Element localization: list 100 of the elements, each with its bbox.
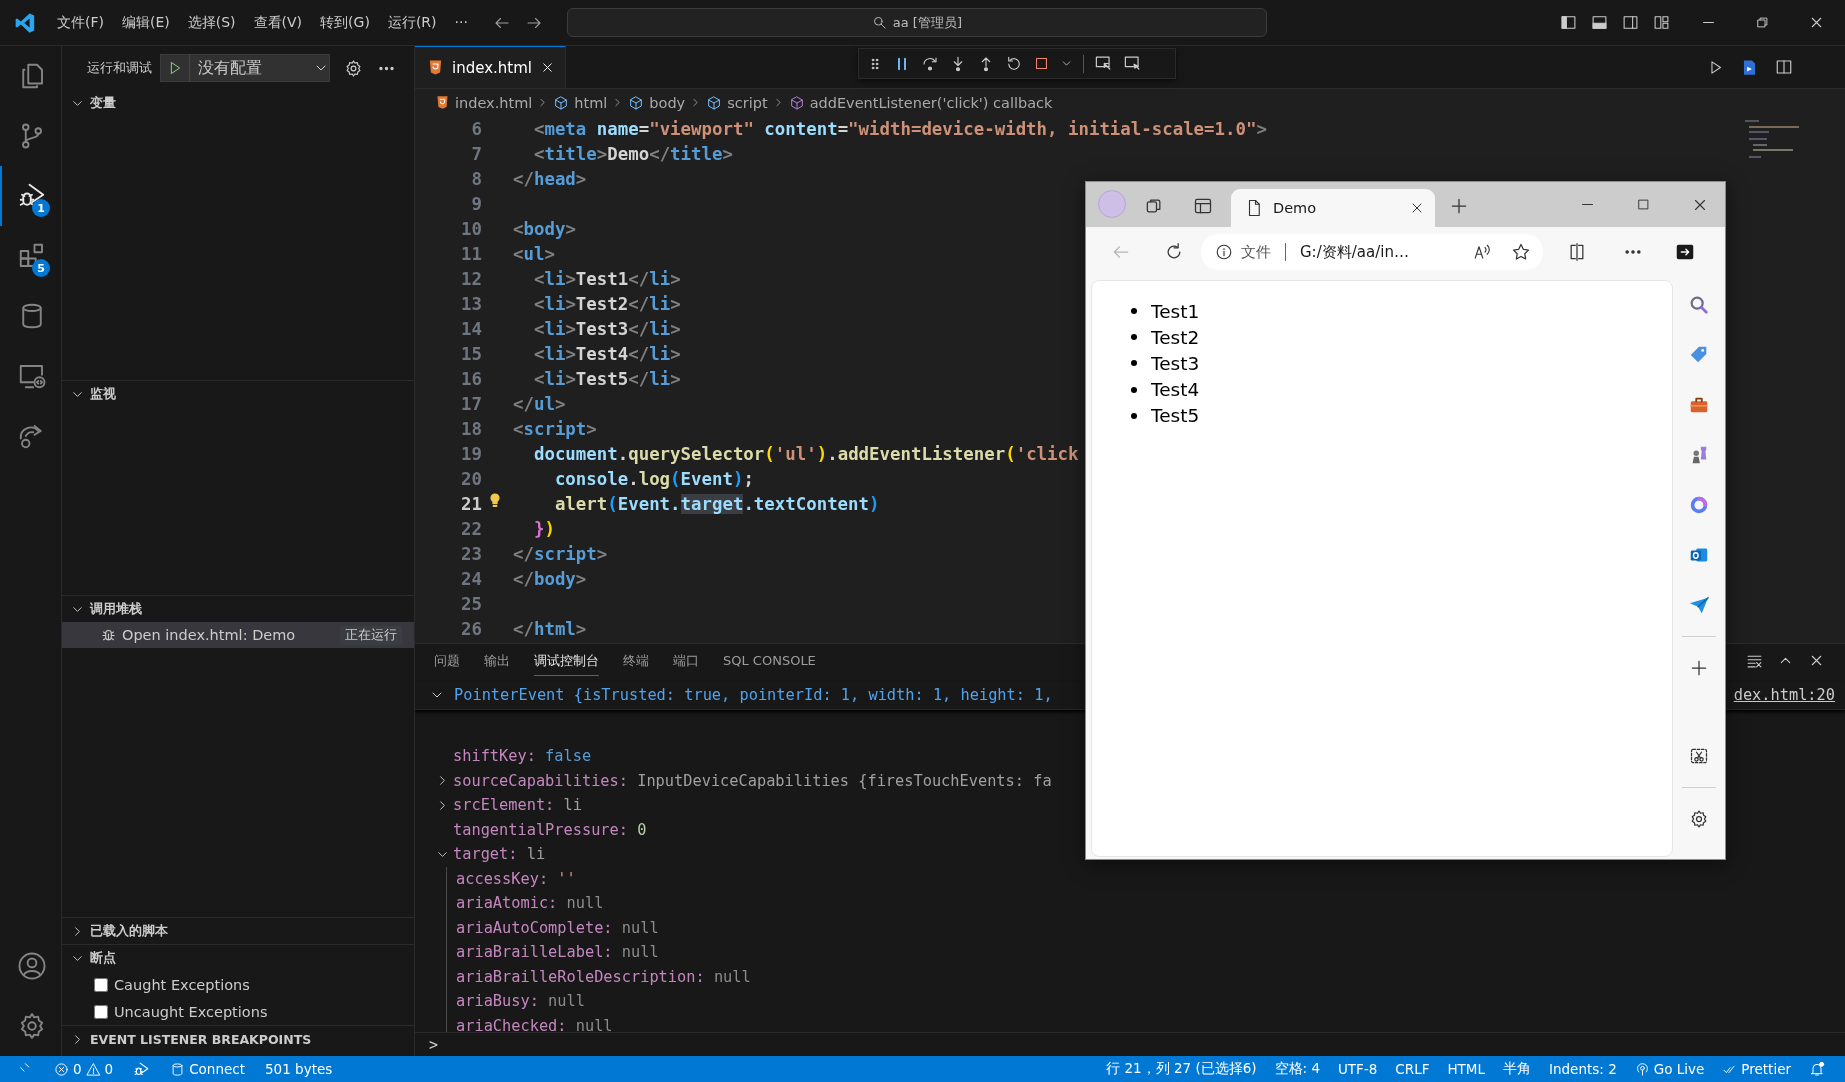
site-info-label[interactable]: 文件: [1241, 242, 1271, 262]
property-row: ariaBrailleLabel: null: [456, 943, 659, 962]
breadcrumb-item[interactable]: html: [553, 94, 608, 111]
new-tab-icon[interactable]: [1449, 196, 1469, 216]
restart-icon[interactable]: [1005, 54, 1023, 73]
section-header[interactable]: 监视: [62, 381, 414, 407]
panel-tab[interactable]: 端口: [673, 645, 699, 676]
bell-icon[interactable]: [1809, 1061, 1825, 1077]
command-center[interactable]: aa [管理员]: [566, 8, 1267, 37]
file-size[interactable]: 501 bytes: [265, 1061, 333, 1077]
source-link[interactable]: dex.html:20: [1733, 686, 1845, 704]
list-item: Test3: [1151, 352, 1200, 374]
status-item[interactable]: UTF-8: [1338, 1061, 1378, 1077]
menu-item[interactable]: 转到(G): [311, 13, 379, 32]
line-number: 10: [460, 218, 482, 239]
section-header[interactable]: 已载入的脚本: [62, 918, 414, 944]
settings-icon[interactable]: [344, 58, 363, 78]
status-item[interactable]: HTML: [1447, 1061, 1485, 1077]
breadcrumb-item[interactable]: addEventListener('click') callback: [788, 94, 1053, 111]
ring-icon[interactable]: [1688, 494, 1710, 516]
settings-icon[interactable]: [1689, 809, 1709, 829]
inspect-icon[interactable]: [1094, 54, 1113, 73]
panel-tab[interactable]: SQL CONSOLE: [723, 647, 816, 674]
property-row: ariaBusy: null: [456, 992, 585, 1011]
panel-tab[interactable]: 终端: [623, 645, 649, 676]
call-stack-item[interactable]: Open index.html: Demo 正在运行: [62, 622, 414, 648]
panel-tab[interactable]: 输出: [484, 645, 510, 676]
line-number: 12: [460, 268, 482, 289]
close-icon[interactable]: [540, 60, 555, 75]
checkbox[interactable]: [94, 1004, 108, 1019]
menu-item[interactable]: 选择(S): [178, 13, 245, 32]
status-item[interactable]: 空格: 4: [1274, 1060, 1320, 1078]
menu-item[interactable]: 运行(R): [378, 13, 446, 32]
menu-item[interactable]: 查看(V): [244, 13, 312, 32]
maximize-icon[interactable]: [1636, 197, 1651, 212]
search-icon[interactable]: [1688, 294, 1710, 316]
status-item[interactable]: Indents: 2: [1549, 1061, 1617, 1077]
breadcrumb-item[interactable]: index.html: [435, 94, 533, 111]
code-line: </html>: [513, 618, 587, 639]
go-live-button[interactable]: Go Live: [1634, 1061, 1705, 1077]
console-prompt[interactable]: >: [429, 1035, 439, 1054]
favorite-star-icon[interactable]: [1511, 242, 1531, 262]
editor-tab[interactable]: index.html: [415, 46, 566, 88]
menu-item[interactable]: 文件(F): [48, 13, 113, 32]
connect-button[interactable]: Connect: [170, 1061, 245, 1077]
breadcrumb-item[interactable]: script: [706, 94, 768, 111]
menu-item[interactable]: ···: [445, 13, 477, 32]
tab-actions-icon[interactable]: [1193, 196, 1213, 216]
status-item[interactable]: 行 21，列 27 (已选择6): [1106, 1060, 1257, 1078]
panel-tab[interactable]: 问题: [434, 645, 460, 676]
code-line: <li>Test2</li>: [532, 293, 681, 314]
paper-plane-icon[interactable]: [1688, 594, 1710, 616]
section-header[interactable]: EVENT LISTENER BREAKPOINTS: [62, 1026, 414, 1052]
problems-indicator[interactable]: 0 0: [54, 1061, 114, 1077]
code-line: document.querySelector('ul').addEventListener('click: [532, 443, 1079, 464]
screenshot-icon[interactable]: [1689, 746, 1709, 766]
line-number: 13: [460, 293, 482, 314]
debug-icon[interactable]: [133, 1060, 151, 1078]
panel-tab[interactable]: 调试控制台: [534, 645, 599, 676]
read-aloud-icon[interactable]: [1473, 243, 1491, 261]
split-editor-icon[interactable]: [1775, 58, 1793, 76]
bullet: [1131, 360, 1137, 367]
inspect-pointer-icon[interactable]: [1123, 54, 1142, 73]
section-header[interactable]: 断点: [62, 945, 414, 971]
line-number: 19: [460, 443, 482, 464]
add-icon[interactable]: [1689, 658, 1709, 678]
sidebar-layout-icon[interactable]: [1560, 14, 1577, 31]
count-badge: 5: [32, 259, 50, 277]
address-bar[interactable]: 文件 G:/资料/aa/in…: [1201, 234, 1543, 270]
property-row: shiftKey: false: [453, 747, 592, 766]
property-row: tangentialPressure: 0: [453, 820, 647, 839]
list-item: Test5: [1151, 405, 1200, 427]
breadcrumb-item[interactable]: body: [628, 94, 686, 111]
section-header[interactable]: 调用堆栈: [62, 596, 414, 622]
code-line: <ul>: [513, 243, 555, 264]
checkbox-label: Uncaught Exceptions: [114, 1003, 268, 1020]
activity-button[interactable]: 5: [0, 226, 61, 286]
property-row: target: li: [453, 845, 546, 864]
secondary-sidebar-layout-icon[interactable]: [1622, 14, 1639, 31]
line-number: 22: [460, 518, 482, 539]
browser-tab[interactable]: Demo: [1231, 189, 1435, 227]
panel-layout-icon[interactable]: [1591, 14, 1608, 31]
section-header[interactable]: 变量: [62, 90, 414, 116]
checkbox[interactable]: [94, 977, 108, 992]
stop-icon[interactable]: [1033, 55, 1050, 72]
call-stack-label: Open index.html: Demo: [122, 627, 297, 643]
property-row: ariaAtomic: null: [456, 894, 604, 913]
status-item[interactable]: 半角: [1503, 1060, 1531, 1078]
line-number: 26: [460, 618, 482, 639]
url-text: G:/资料/aa/in…: [1300, 242, 1410, 262]
bullet: [1131, 334, 1137, 341]
prettier-button[interactable]: Prettier: [1722, 1061, 1791, 1077]
configuration-dropdown[interactable]: 没有配置: [160, 54, 330, 82]
activity-button[interactable]: 1: [0, 166, 61, 226]
line-number: 8: [470, 168, 482, 189]
menu-item[interactable]: 编辑(E): [113, 13, 179, 32]
status-item[interactable]: CRLF: [1395, 1061, 1430, 1077]
customize-layout-icon[interactable]: [1653, 14, 1670, 31]
restore-icon[interactable]: [1755, 15, 1770, 30]
info-icon[interactable]: [1215, 243, 1233, 261]
